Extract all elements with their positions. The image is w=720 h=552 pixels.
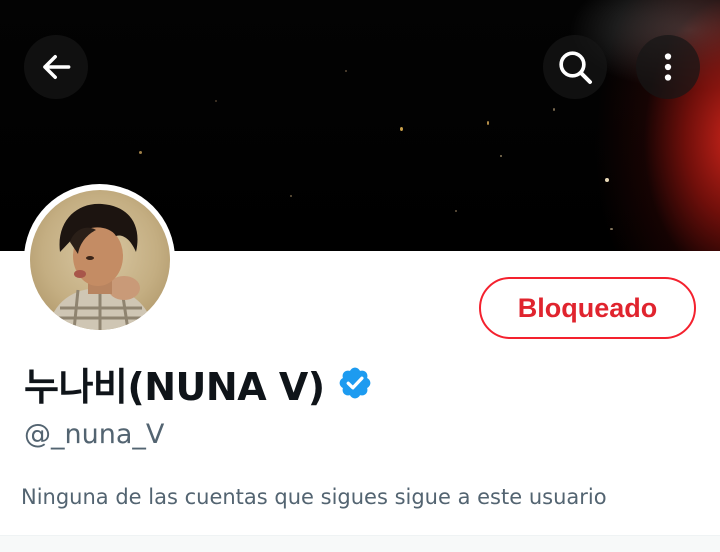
banner-speck <box>500 155 502 157</box>
display-name: 누나비(NUNA V) <box>24 364 325 409</box>
profile-name-row: 누나비(NUNA V) <box>24 357 373 409</box>
avatar-image <box>29 189 170 330</box>
blocked-button[interactable]: Bloqueado <box>479 277 696 339</box>
avatar[interactable] <box>24 184 175 335</box>
banner-speck <box>487 121 489 125</box>
more-vertical-icon <box>664 53 672 81</box>
banner-speck <box>139 151 142 154</box>
banner-speck <box>553 108 555 111</box>
banner-speck <box>345 70 347 72</box>
section-divider <box>0 535 720 552</box>
verified-badge-icon[interactable] <box>337 365 373 401</box>
banner-speck <box>605 178 609 182</box>
banner-speck <box>215 100 217 102</box>
banner-speck <box>290 195 292 197</box>
search-icon <box>559 51 592 84</box>
back-button[interactable] <box>24 35 88 99</box>
banner-speck <box>400 127 403 131</box>
user-handle: @_nuna_V <box>24 419 165 450</box>
more-options-button[interactable] <box>636 35 700 99</box>
banner-speck <box>610 228 613 230</box>
followers-you-know-note: Ninguna de las cuentas que sigues sigue … <box>21 485 607 509</box>
blocked-button-label: Bloqueado <box>517 292 658 323</box>
avatar-portrait <box>47 203 154 330</box>
banner-speck <box>455 210 457 212</box>
arrow-left-icon <box>43 54 71 80</box>
search-button[interactable] <box>543 35 607 99</box>
